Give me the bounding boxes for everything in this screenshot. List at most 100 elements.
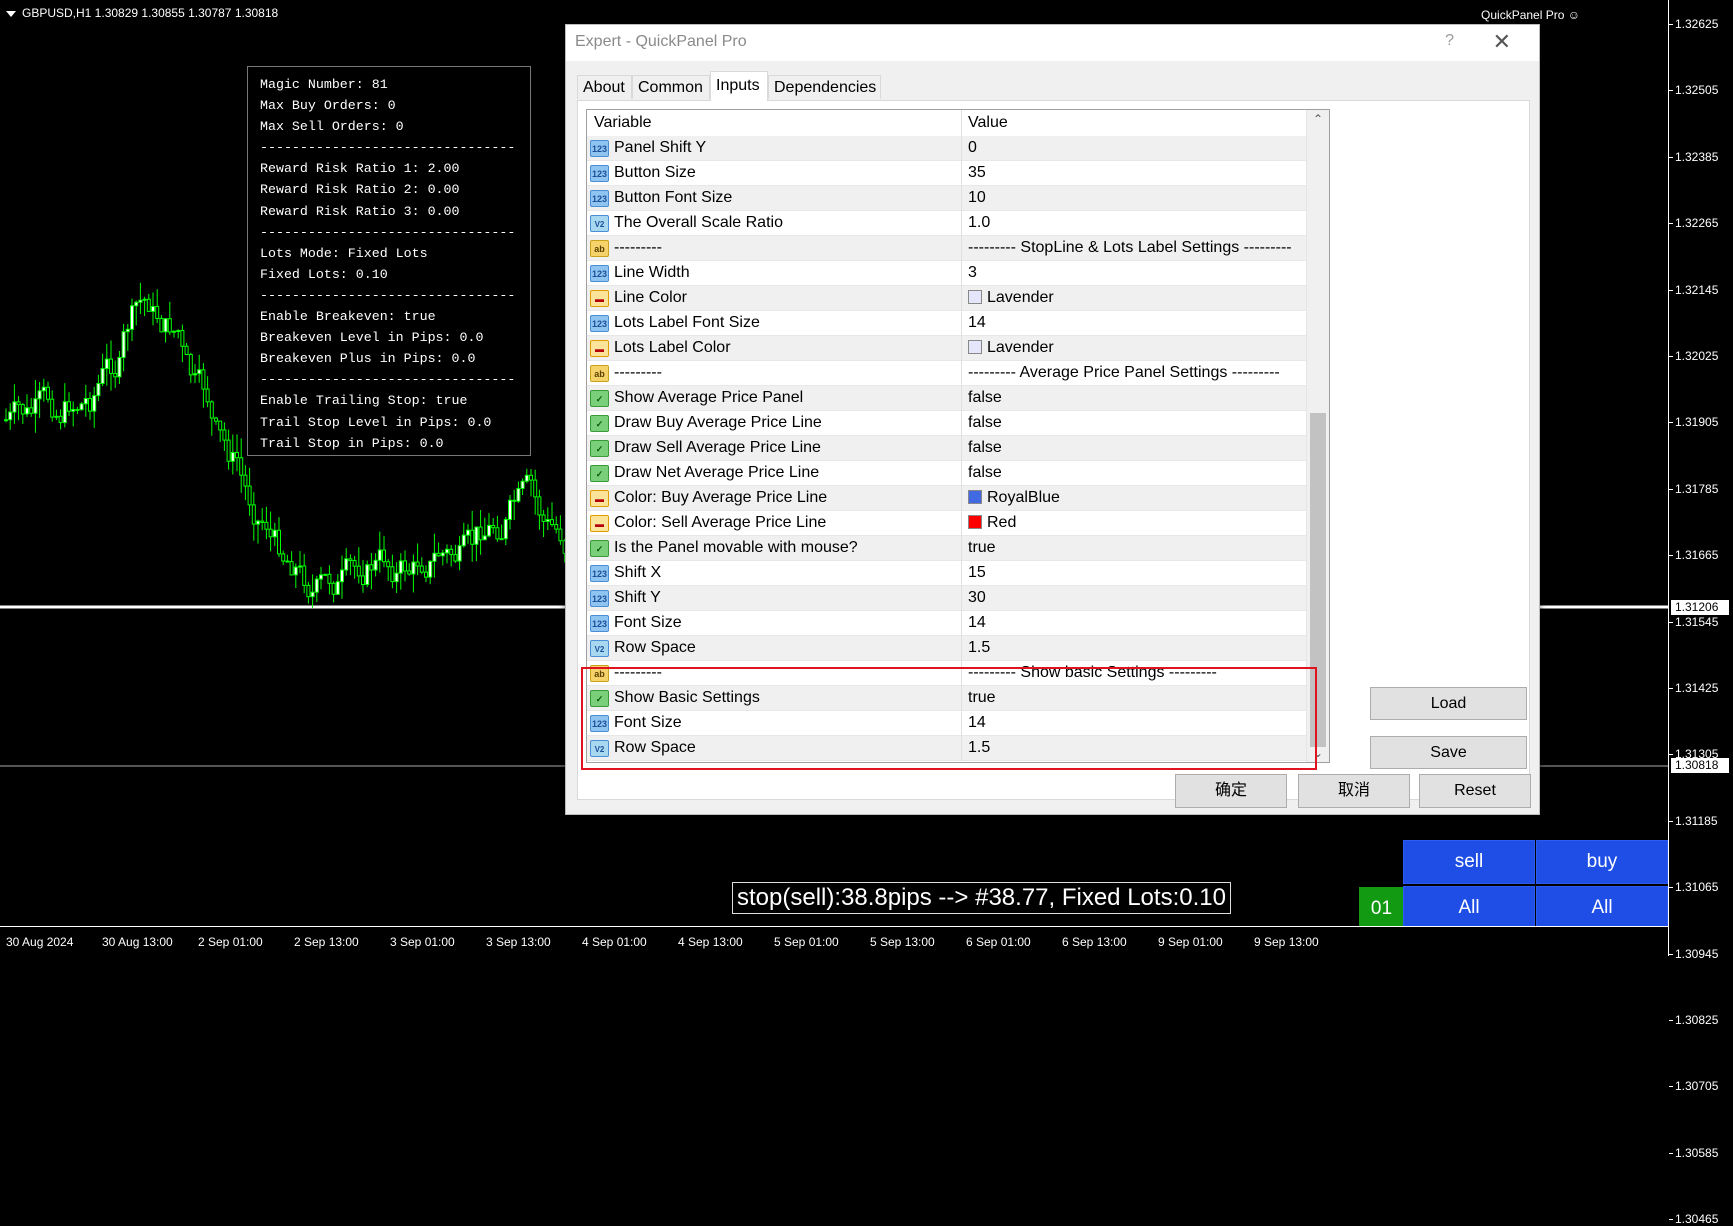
candle-body [151,306,155,312]
candle-body [470,529,475,545]
candle-body [117,356,122,378]
input-value[interactable]: Lavender [968,336,1054,360]
candle-body [4,419,8,422]
input-value[interactable]: 35 [968,161,986,185]
buy-button[interactable]: buy [1536,840,1668,884]
input-row[interactable]: ▬ Line Color Lavender [587,286,1307,311]
info-line: Max Buy Orders: 0 [260,98,396,114]
input-value[interactable]: --------- Average Price Panel Settings -… [968,361,1280,385]
info-line: Trail Stop in Pips: 0.0 [260,435,444,451]
candle-body [382,549,386,563]
column-header-value[interactable]: Value [961,110,1008,136]
input-row[interactable]: 123 Button Size 35 [587,161,1307,186]
candle-body [214,417,218,422]
candle-body [558,528,563,542]
input-row[interactable]: 123 Lots Label Font Size 14 [587,311,1307,336]
input-value[interactable]: Red [968,511,1016,535]
tab-common[interactable]: Common [632,75,710,99]
reset-button[interactable]: Reset [1419,774,1531,808]
cancel-button[interactable]: 取消 [1298,774,1410,808]
input-value-text: Lavender [987,289,1054,306]
column-divider [961,161,962,186]
input-value[interactable]: 30 [968,586,986,610]
input-row[interactable]: 123 Line Width 3 [587,261,1307,286]
input-row[interactable]: 123 Button Font Size 10 [587,186,1307,211]
candle-body [415,561,420,567]
input-row[interactable]: ✓ Is the Panel movable with mouse? true [587,536,1307,561]
input-row[interactable]: 123 Shift Y 30 [587,586,1307,611]
sell-button[interactable]: sell [1403,840,1535,884]
help-icon[interactable]: ? [1445,32,1454,50]
input-value[interactable]: 15 [968,561,986,585]
input-value[interactable]: false [968,386,1002,410]
close-icon[interactable]: ✕ [1493,29,1511,55]
time-tick-label: 3 Sep 13:00 [486,935,551,949]
input-value[interactable]: Lavender [968,286,1054,310]
input-row[interactable]: ▬ Color: Sell Average Price Line Red [587,511,1307,536]
dropdown-triangle-icon[interactable] [6,10,16,17]
candle-body [554,524,559,530]
input-value[interactable]: 14 [968,311,986,335]
tab-about[interactable]: About [577,75,632,99]
input-value[interactable]: 14 [968,611,986,635]
scroll-up-icon[interactable]: ⌃ [1311,112,1325,126]
close-all-buy-button[interactable]: All [1536,886,1668,930]
column-divider [961,261,962,286]
candle-body [403,560,407,572]
price-tick-label: 1.32025 [1668,349,1719,363]
candle-body [352,560,357,567]
ok-button[interactable]: 确定 [1175,774,1287,808]
input-row[interactable]: ✓ Draw Buy Average Price Line false [587,411,1307,436]
candle-body [20,404,25,415]
candle-body [121,331,126,358]
candle-body [25,407,29,415]
input-value[interactable]: --------- StopLine & Lots Label Settings… [968,236,1292,260]
input-variable: Color: Buy Average Price Line [614,489,828,506]
candle-body [478,526,483,541]
price-tick-label: 1.30945 [1668,946,1719,961]
candle-body [54,415,59,418]
column-divider [961,336,962,361]
input-row[interactable]: ▬ Color: Buy Average Price Line RoyalBlue [587,486,1307,511]
tab-inputs[interactable]: Inputs [710,71,768,101]
input-row[interactable]: 123 Font Size 14 [587,611,1307,636]
price-tick-label: 1.32625 [1668,17,1719,31]
input-row[interactable]: ▬ Lots Label Color Lavender [587,336,1307,361]
save-button[interactable]: Save [1370,736,1527,769]
input-row[interactable]: V2 The Overall Scale Ratio 1.0 [587,211,1307,236]
input-row[interactable]: ✓ Show Average Price Panel false [587,386,1307,411]
input-value[interactable]: true [968,536,996,560]
candle-body [209,401,214,419]
input-value[interactable]: 10 [968,186,986,210]
input-value[interactable]: 1.5 [968,636,990,660]
candle-body [272,529,277,538]
boolean-type-icon: ✓ [590,390,609,407]
input-row[interactable]: ab --------- --------- Average Price Panel… [587,361,1307,386]
candle-body [260,520,265,523]
dialog-title-bar[interactable]: Expert - QuickPanel Pro ? ✕ [566,25,1539,61]
input-value[interactable]: false [968,461,1002,485]
input-variable: Line Width [614,264,690,281]
input-value[interactable]: 3 [968,261,977,285]
close-all-sell-button[interactable]: All [1403,886,1535,930]
column-divider [961,311,962,336]
input-row[interactable]: ✓ Draw Sell Average Price Line false [587,436,1307,461]
column-header-variable[interactable]: Variable [587,110,962,136]
load-button[interactable]: Load [1370,687,1527,720]
grid-scrollbar[interactable]: ⌃ ⌄ [1306,110,1329,762]
input-value[interactable]: false [968,411,1002,435]
tab-dependencies[interactable]: Dependencies [768,75,881,99]
input-row[interactable]: ab --------- --------- StopLine & Lots Lab… [587,236,1307,261]
input-value[interactable]: 0 [968,136,977,160]
input-value[interactable]: false [968,436,1002,460]
input-value-text: 1.0 [968,214,991,231]
input-row[interactable]: 123 Shift X 15 [587,561,1307,586]
input-value[interactable]: 1.0 [968,211,990,235]
input-value[interactable]: RoyalBlue [968,486,1060,510]
input-row[interactable]: 123 Panel Shift Y 0 [587,136,1307,161]
lots-box[interactable]: 01 [1359,887,1404,931]
input-row[interactable]: V2 Row Space 1.5 [587,636,1307,661]
boolean-type-icon: ✓ [590,465,609,482]
input-row[interactable]: ✓ Draw Net Average Price Line false [587,461,1307,486]
integer-type-icon: 123 [590,190,609,207]
